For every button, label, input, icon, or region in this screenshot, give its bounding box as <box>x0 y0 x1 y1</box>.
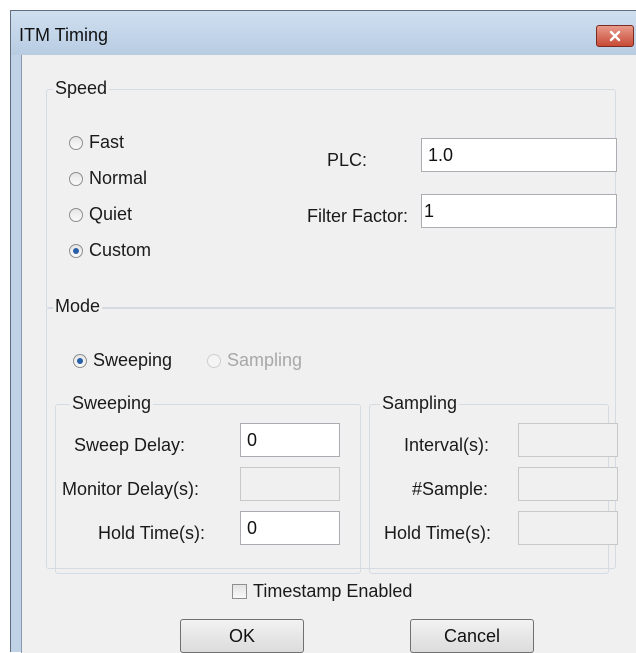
timestamp-label: Timestamp Enabled <box>253 581 413 601</box>
mode-option-label: Sampling <box>227 350 303 370</box>
mode-group-label: Mode <box>53 296 103 317</box>
speed-option-label: Normal <box>89 168 148 188</box>
plc-label: PLC: <box>327 150 368 170</box>
sweep-delay-input[interactable] <box>240 423 340 457</box>
speed-option-custom[interactable]: Custom <box>69 240 151 261</box>
sample-count-input <box>518 467 618 501</box>
sampling-group-label: Sampling <box>380 393 460 414</box>
speed-option-fast[interactable]: Fast <box>69 132 124 153</box>
close-icon <box>609 30 621 42</box>
sweeping-hold-time-input[interactable] <box>240 511 340 545</box>
speed-group-label: Speed <box>53 78 110 99</box>
sweep-delay-label: Sweep Delay: <box>74 435 186 455</box>
mode-option-label: Sweeping <box>93 350 173 370</box>
interval-input <box>518 423 618 457</box>
timestamp-checkbox[interactable] <box>232 584 247 599</box>
speed-option-label: Fast <box>89 132 125 152</box>
radio-button[interactable] <box>69 135 83 150</box>
radio-button[interactable] <box>69 207 83 222</box>
speed-option-normal[interactable]: Normal <box>69 168 147 189</box>
cancel-button[interactable]: Cancel <box>410 619 534 653</box>
speed-option-label: Quiet <box>89 204 133 224</box>
sampling-hold-time-label: Hold Time(s): <box>384 523 492 543</box>
interval-label: Interval(s): <box>404 435 490 455</box>
title-bar: ITM Timing <box>11 11 636 55</box>
filter-factor-label: Filter Factor: <box>307 206 409 226</box>
speed-group: Speed Fast Normal Quiet Custom PLC: Filt… <box>46 78 617 309</box>
timestamp-checkbox-row[interactable]: Timestamp Enabled <box>232 581 412 602</box>
plc-input[interactable] <box>421 138 617 172</box>
ok-button[interactable]: OK <box>180 619 304 653</box>
monitor-delay-input <box>240 467 340 501</box>
monitor-delay-label: Monitor Delay(s): <box>62 479 200 499</box>
dialog-client-area: Speed Fast Normal Quiet Custom PLC: Filt… <box>21 55 636 653</box>
speed-option-label: Custom <box>89 240 152 260</box>
filter-factor-input[interactable] <box>421 194 617 228</box>
sweeping-group-label: Sweeping <box>70 393 154 414</box>
mode-option-sampling: Sampling <box>207 350 302 371</box>
sample-count-label: #Sample: <box>412 479 489 499</box>
sweeping-hold-time-label: Hold Time(s): <box>98 523 206 543</box>
radio-button-disabled <box>207 353 221 368</box>
itm-timing-dialog: ITM Timing Speed Fast Normal Quiet Custo… <box>10 10 636 653</box>
sampling-hold-time-input <box>518 511 618 545</box>
mode-group: Mode Sweeping Sampling Sweeping Sweep De… <box>46 296 618 574</box>
speed-option-quiet[interactable]: Quiet <box>69 204 132 225</box>
radio-button-selected[interactable] <box>69 243 83 258</box>
close-button[interactable] <box>596 25 634 47</box>
radio-button-selected[interactable] <box>73 353 87 368</box>
sweeping-group: Sweeping Sweep Delay: Monitor Delay(s): … <box>55 393 361 574</box>
sampling-group: Sampling Interval(s): #Sample: Hold Time… <box>369 393 618 574</box>
window-title: ITM Timing <box>19 25 109 45</box>
mode-option-sweeping[interactable]: Sweeping <box>73 350 172 371</box>
radio-button[interactable] <box>69 171 83 186</box>
